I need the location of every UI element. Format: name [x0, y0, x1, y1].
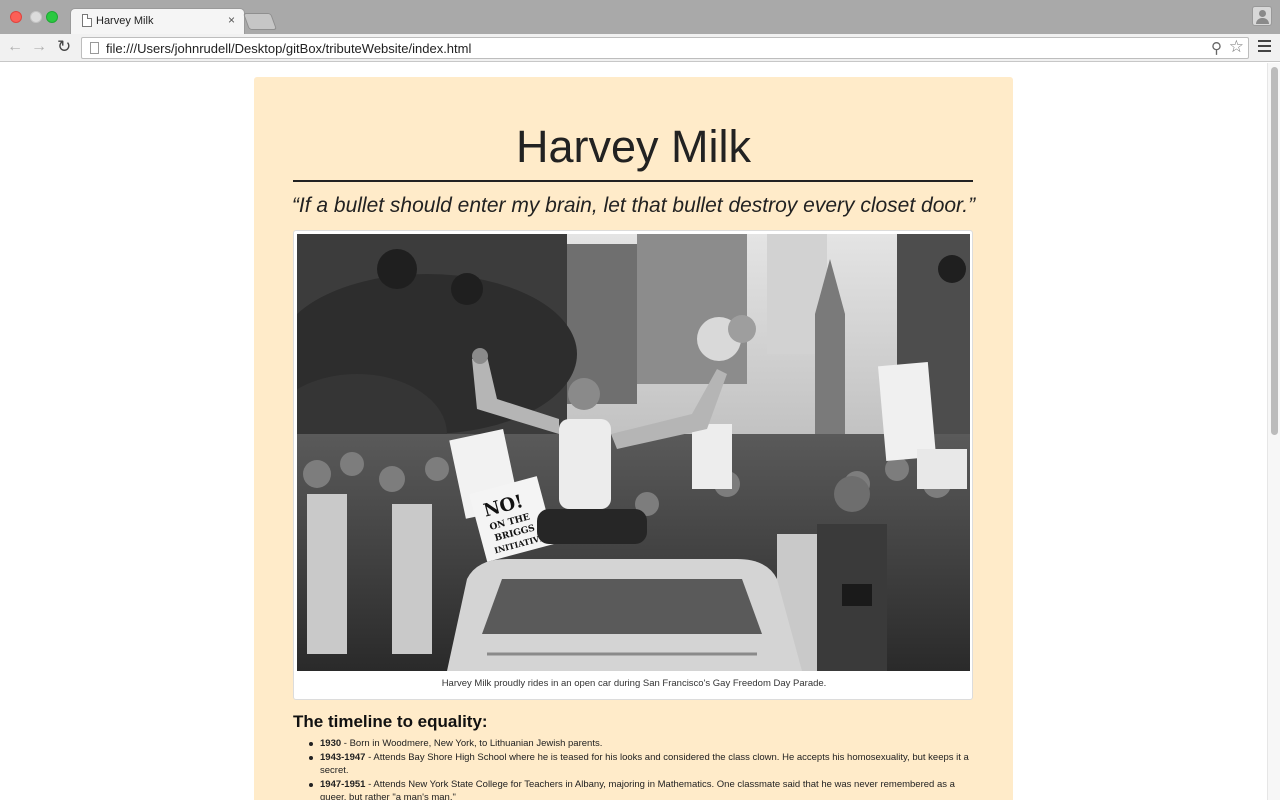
tab-title: Harvey Milk [96, 15, 154, 27]
timeline-list: 1930 - Born in Woodmere, New York, to Li… [309, 737, 975, 800]
window-close-button[interactable] [10, 11, 22, 23]
timeline-text: - Attends New York State College for Tea… [320, 778, 955, 800]
avatar-body-icon [1256, 18, 1269, 24]
timeline-year: 1943-1947 [320, 751, 366, 763]
title-divider [293, 180, 973, 182]
page-title: Harvey Milk [515, 121, 752, 172]
url-text[interactable]: file:///Users/johnrudell/Desktop/gitBox/… [106, 41, 471, 56]
parade-photo: NO! ON THE BRIGGS INITIATIVE [297, 234, 970, 671]
timeline-heading: The timeline to equality: [293, 712, 488, 731]
timeline-year: 1930 [320, 738, 342, 749]
address-bar[interactable]: file:///Users/johnrudell/Desktop/gitBox/… [81, 37, 1249, 59]
timeline-year: 1947-1951 [320, 778, 366, 790]
photo-figure: NO! ON THE BRIGGS INITIATIVE Harvey Milk… [293, 230, 973, 700]
timeline-text: - Born in Woodmere, New York, to Lithuan… [341, 738, 603, 749]
vertical-scrollbar[interactable] [1267, 63, 1280, 800]
page-icon [82, 14, 92, 27]
scrollbar-thumb[interactable] [1271, 67, 1278, 435]
forward-button[interactable]: → [31, 38, 47, 56]
timeline-text: - Attends Bay Shore High School where he… [320, 751, 969, 777]
photo-caption: Harvey Milk proudly rides in an open car… [441, 678, 827, 689]
quote: “If a bullet should enter my brain, let … [291, 194, 976, 217]
tab-harvey-milk[interactable]: Harvey Milk × [70, 8, 245, 34]
profile-button[interactable] [1252, 6, 1272, 26]
star-icon[interactable]: ☆ [1229, 37, 1244, 57]
timeline-item: 1947-1951 - Attends New York State Colle… [309, 778, 975, 800]
timeline-item: 1943-1947 - Attends Bay Shore High Schoo… [309, 751, 975, 778]
search-icon[interactable]: ⚲ [1211, 39, 1222, 57]
reload-button[interactable]: ↻ [57, 38, 71, 56]
page-icon [90, 42, 99, 54]
timeline-item: 1930 - Born in Woodmere, New York, to Li… [309, 737, 975, 751]
tab-bar: Harvey Milk × [0, 0, 1280, 34]
browser-toolbar: ← → ↻ file:///Users/johnrudell/Desktop/g… [0, 34, 1280, 62]
new-tab-button[interactable] [242, 13, 278, 30]
window-minimize-button[interactable] [30, 11, 42, 23]
page-viewport: Harvey Milk “If a bullet should enter my… [0, 63, 1267, 800]
hamburger-menu-icon[interactable] [1258, 40, 1271, 52]
back-button[interactable]: ← [7, 38, 23, 56]
main-content: Harvey Milk “If a bullet should enter my… [254, 77, 1013, 800]
tab-close-icon[interactable]: × [228, 13, 235, 27]
window-maximize-button[interactable] [46, 11, 58, 23]
avatar-head-icon [1259, 10, 1266, 17]
